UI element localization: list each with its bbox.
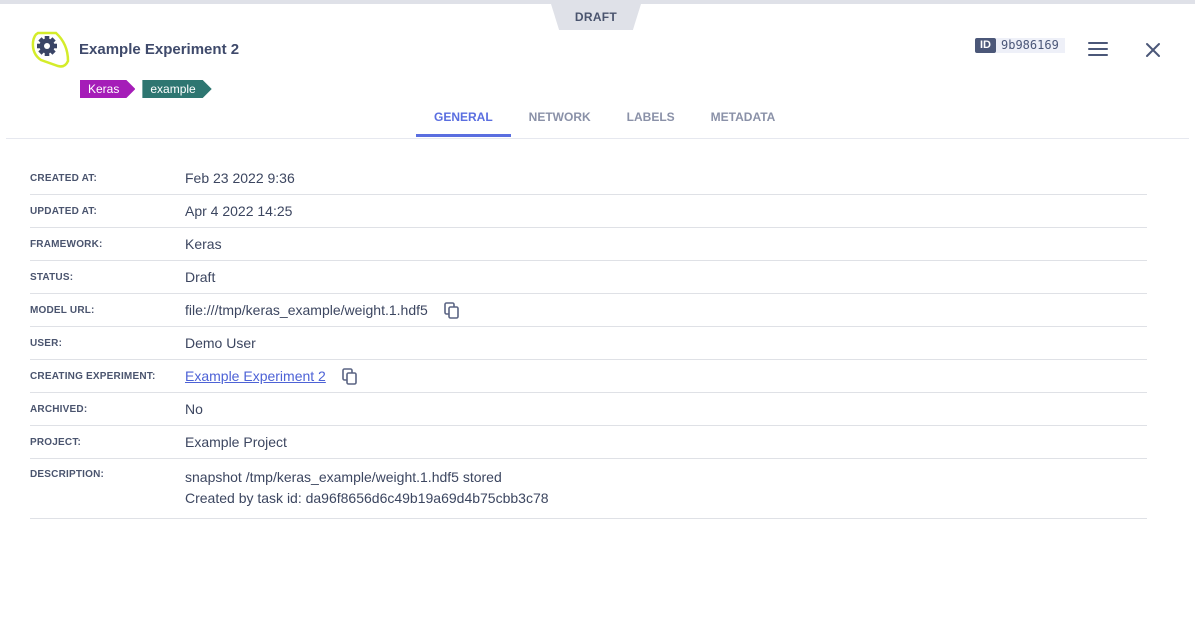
top-border xyxy=(0,0,1195,4)
close-icon[interactable] xyxy=(1145,42,1161,58)
header-divider xyxy=(6,138,1189,139)
detail-row-framework: FRAMEWORK: Keras xyxy=(30,228,1147,261)
tag-keras[interactable]: Keras xyxy=(80,80,135,98)
status-badge: DRAFT xyxy=(551,4,641,30)
detail-value: Keras xyxy=(185,236,222,252)
experiment-id-badge[interactable]: ID 9b986169 xyxy=(975,38,1065,53)
description-line: snapshot /tmp/keras_example/weight.1.hdf… xyxy=(185,469,502,485)
detail-row-archived: ARCHIVED: No xyxy=(30,393,1147,426)
detail-row-project: PROJECT: Example Project xyxy=(30,426,1147,459)
detail-value: Feb 23 2022 9:36 xyxy=(185,170,295,186)
detail-value-wrapper: file:///tmp/keras_example/weight.1.hdf5 xyxy=(185,301,460,319)
description-line: Created by task id: da96f8656d6c49b19a69… xyxy=(185,490,549,506)
detail-label: UPDATED AT: xyxy=(30,205,98,217)
menu-icon[interactable] xyxy=(1088,42,1108,58)
tab-general[interactable]: GENERAL xyxy=(416,100,511,137)
detail-value: Apr 4 2022 14:25 xyxy=(185,203,293,219)
tab-metadata[interactable]: METADATA xyxy=(693,100,794,137)
detail-label: FRAMEWORK: xyxy=(30,238,103,250)
tab-labels[interactable]: LABELS xyxy=(609,100,693,137)
detail-row-description: DESCRIPTION: snapshot /tmp/keras_example… xyxy=(30,459,1147,519)
id-value: 9b986169 xyxy=(996,38,1065,53)
detail-label: STATUS: xyxy=(30,271,74,283)
detail-label: CREATED AT: xyxy=(30,172,98,184)
copy-icon[interactable] xyxy=(342,367,358,385)
description-text: snapshot /tmp/keras_example/weight.1.hdf… xyxy=(185,467,549,509)
detail-row-model-url: MODEL URL: file:///tmp/keras_example/wei… xyxy=(30,294,1147,327)
detail-label: ARCHIVED: xyxy=(30,403,88,415)
detail-label: USER: xyxy=(30,337,63,349)
tag-example[interactable]: example xyxy=(142,80,211,98)
tag-list: Keras example xyxy=(80,80,212,98)
detail-row-created-at: CREATED AT: Feb 23 2022 9:36 xyxy=(30,162,1147,195)
tab-network[interactable]: NETWORK xyxy=(511,100,609,137)
detail-value: No xyxy=(185,401,203,417)
model-url-value: file:///tmp/keras_example/weight.1.hdf5 xyxy=(185,302,428,318)
detail-value: Example Project xyxy=(185,434,287,450)
detail-label: MODEL URL: xyxy=(30,304,95,316)
detail-row-status: STATUS: Draft xyxy=(30,261,1147,294)
detail-value: Draft xyxy=(185,269,216,285)
detail-label: PROJECT: xyxy=(30,436,82,448)
detail-row-user: USER: Demo User xyxy=(30,327,1147,360)
detail-value-wrapper: Example Experiment 2 xyxy=(185,367,358,385)
detail-value: Demo User xyxy=(185,335,256,351)
detail-row-updated-at: UPDATED AT: Apr 4 2022 14:25 xyxy=(30,195,1147,228)
creating-experiment-link[interactable]: Example Experiment 2 xyxy=(185,368,326,384)
detail-label: CREATING EXPERIMENT: xyxy=(30,370,156,382)
details-tabs: GENERAL NETWORK LABELS METADATA xyxy=(416,100,793,137)
general-details: CREATED AT: Feb 23 2022 9:36 UPDATED AT:… xyxy=(30,162,1147,519)
detail-row-creating-experiment: CREATING EXPERIMENT: Example Experiment … xyxy=(30,360,1147,393)
copy-icon[interactable] xyxy=(443,301,460,319)
experiment-title: Example Experiment 2 xyxy=(79,41,240,58)
detail-label: DESCRIPTION: xyxy=(30,469,105,480)
id-label: ID xyxy=(975,38,996,53)
experiment-gear-icon xyxy=(30,30,70,70)
